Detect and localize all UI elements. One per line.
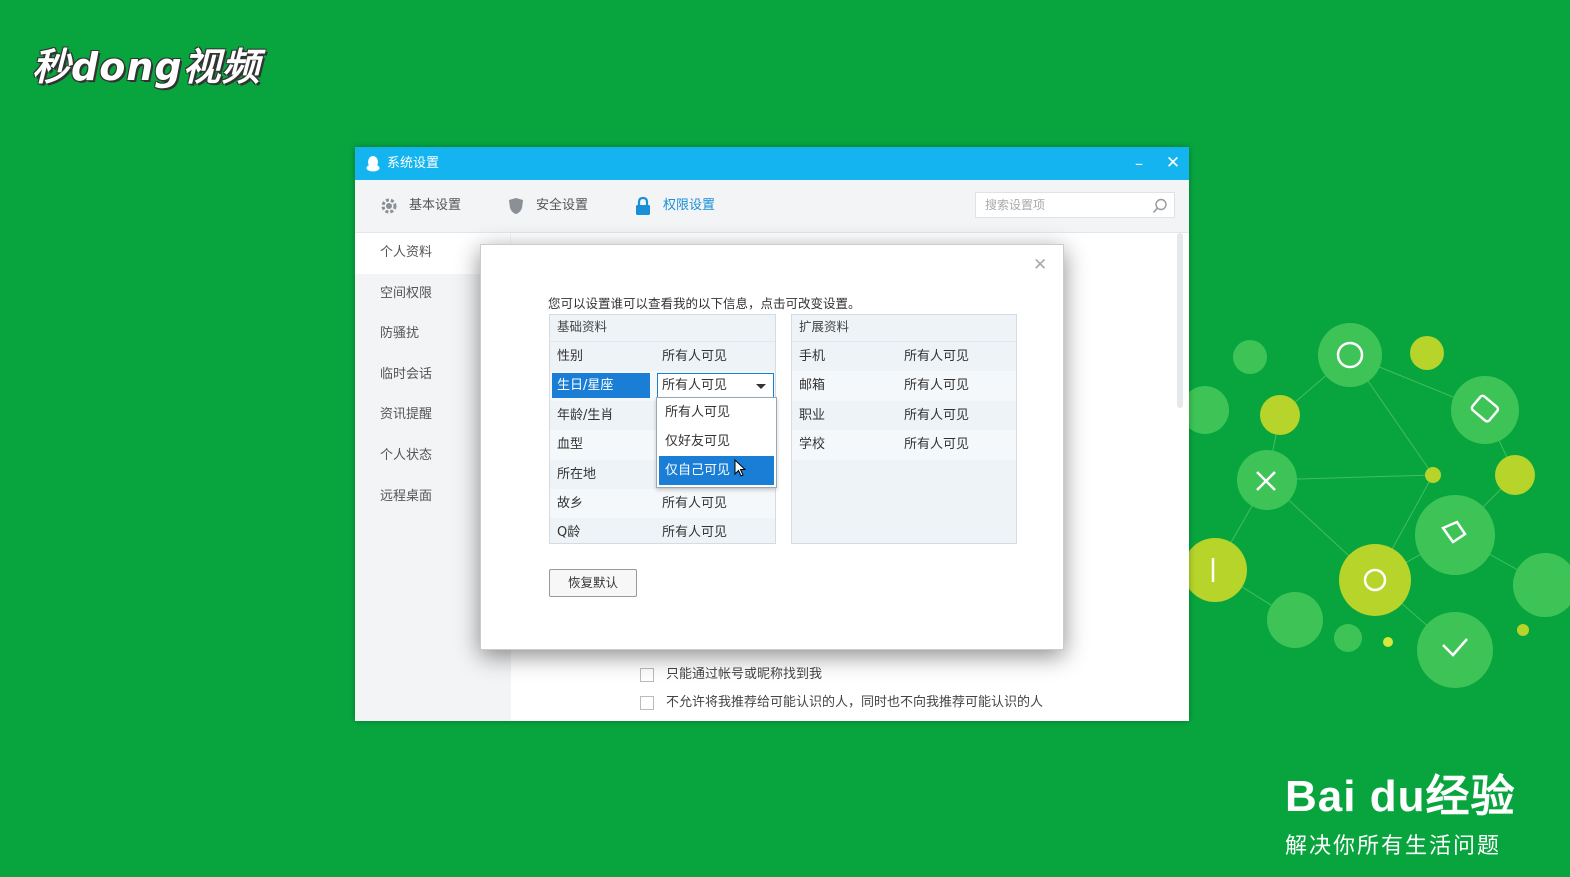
close-dialog-button[interactable]: ✕	[1033, 255, 1047, 275]
row-value[interactable]: 所有人可见	[662, 489, 727, 518]
tab-label: 权限设置	[663, 198, 716, 213]
dialog-intro-text: 您可以设置谁可以查看我的以下信息，点击可改变设置。	[548, 296, 861, 311]
option-find-by-account[interactable]: 只能通过帐号或昵称找到我	[640, 663, 822, 682]
dropdown-option-everyone[interactable]: 所有人可见	[657, 398, 776, 427]
decorative-network-graphic	[1185, 323, 1570, 688]
ext-row-occupation[interactable]: 职业 所有人可见	[792, 401, 1016, 430]
dropdown-option-friends-only[interactable]: 仅好友可见	[657, 427, 776, 456]
basic-row-hometown[interactable]: 故乡 所有人可见	[550, 488, 775, 519]
baidu-slogan: 解决你所有生活问题	[1285, 834, 1502, 859]
tab-label: 基本设置	[409, 198, 462, 213]
option-label: 仅自己可见	[665, 463, 731, 478]
tab-label: 安全设置	[536, 198, 589, 213]
window-title: 系统设置	[387, 156, 440, 171]
row-value[interactable]: 所有人可见	[904, 371, 969, 400]
search-icon[interactable]	[1152, 198, 1168, 214]
search-placeholder: 搜索设置项	[985, 198, 1046, 212]
mouse-cursor-icon	[734, 459, 746, 477]
gear-icon	[381, 198, 397, 214]
panel-header: 扩展资料	[792, 315, 1016, 342]
settings-tabs: 基本设置 安全设置 权限设置 搜索设置项	[355, 180, 1189, 233]
checkbox[interactable]	[640, 695, 654, 710]
tab-security-settings[interactable]: 安全设置	[506, 180, 606, 232]
scrollbar[interactable]	[1177, 233, 1183, 408]
row-key: 邮箱	[799, 378, 826, 394]
ext-row-email[interactable]: 邮箱 所有人可见	[792, 371, 1016, 401]
minimize-button[interactable]: –	[1131, 147, 1147, 180]
window-titlebar[interactable]: 系统设置 – ✕	[355, 147, 1189, 180]
row-value[interactable]: 所有人可见	[662, 518, 727, 547]
row-key: 所在地	[557, 466, 597, 482]
row-value[interactable]: 所有人可见	[662, 342, 727, 371]
dropdown-option-self-only[interactable]: 仅自己可见	[659, 456, 774, 485]
row-key: 手机	[799, 349, 826, 364]
tab-basic-settings[interactable]: 基本设置	[379, 180, 479, 232]
dropdown-value: 所有人可见	[662, 378, 728, 394]
ext-row-school[interactable]: 学校 所有人可见	[792, 430, 1016, 460]
close-window-button[interactable]: ✕	[1165, 147, 1181, 180]
baidu-jingyan-watermark: Bai du经验 解决你所有生活问题	[1285, 760, 1570, 860]
search-input[interactable]: 搜索设置项	[975, 192, 1175, 218]
option-label: 只能通过帐号或昵称找到我	[666, 667, 823, 682]
watermark-logo: 秒dong视频	[32, 45, 261, 89]
row-value[interactable]: 所有人可见	[904, 342, 969, 371]
row-key: Q龄	[557, 525, 581, 541]
option-no-recommend[interactable]: 不允许将我推荐给可能认识的人，同时也不向我推荐可能认识的人	[640, 691, 1043, 710]
row-key: 年龄/生肖	[557, 407, 614, 423]
baidu-brand: Bai du经验	[1285, 772, 1516, 821]
row-key: 职业	[799, 407, 826, 423]
row-value[interactable]: 所有人可见	[904, 401, 969, 430]
profile-visibility-dialog: ✕ 您可以设置谁可以查看我的以下信息，点击可改变设置。 基础资料 性别 所有人可…	[480, 244, 1064, 650]
row-key: 故乡	[557, 495, 584, 511]
row-key: 血型	[557, 437, 584, 453]
lock-icon	[636, 196, 650, 215]
row-key: 性别	[557, 349, 584, 364]
visibility-dropdown-list: 所有人可见 仅好友可见 仅自己可见	[656, 397, 777, 488]
option-label: 不允许将我推荐给可能认识的人，同时也不向我推荐可能认识的人	[666, 695, 1044, 710]
checkbox[interactable]	[640, 667, 654, 682]
restore-defaults-button[interactable]: 恢复默认	[549, 569, 637, 597]
row-key: 生日/星座	[552, 373, 650, 399]
ext-row-phone[interactable]: 手机 所有人可见	[792, 342, 1016, 371]
panel-header: 基础资料	[550, 315, 775, 342]
visibility-dropdown[interactable]: 所有人可见	[657, 373, 774, 399]
shield-icon	[509, 198, 523, 214]
basic-row-gender[interactable]: 性别 所有人可见	[550, 342, 775, 371]
tab-permission-settings[interactable]: 权限设置	[633, 180, 733, 232]
extended-info-panel: 扩展资料 手机 所有人可见 邮箱 所有人可见 职业 所有人可见 学校 所有人可见	[791, 314, 1017, 544]
chevron-down-icon[interactable]	[756, 384, 766, 390]
basic-row-q-age[interactable]: Q龄 所有人可见	[550, 518, 775, 547]
row-value[interactable]: 所有人可见	[904, 430, 969, 459]
row-key: 学校	[799, 437, 826, 453]
qq-penguin-icon	[366, 156, 380, 172]
